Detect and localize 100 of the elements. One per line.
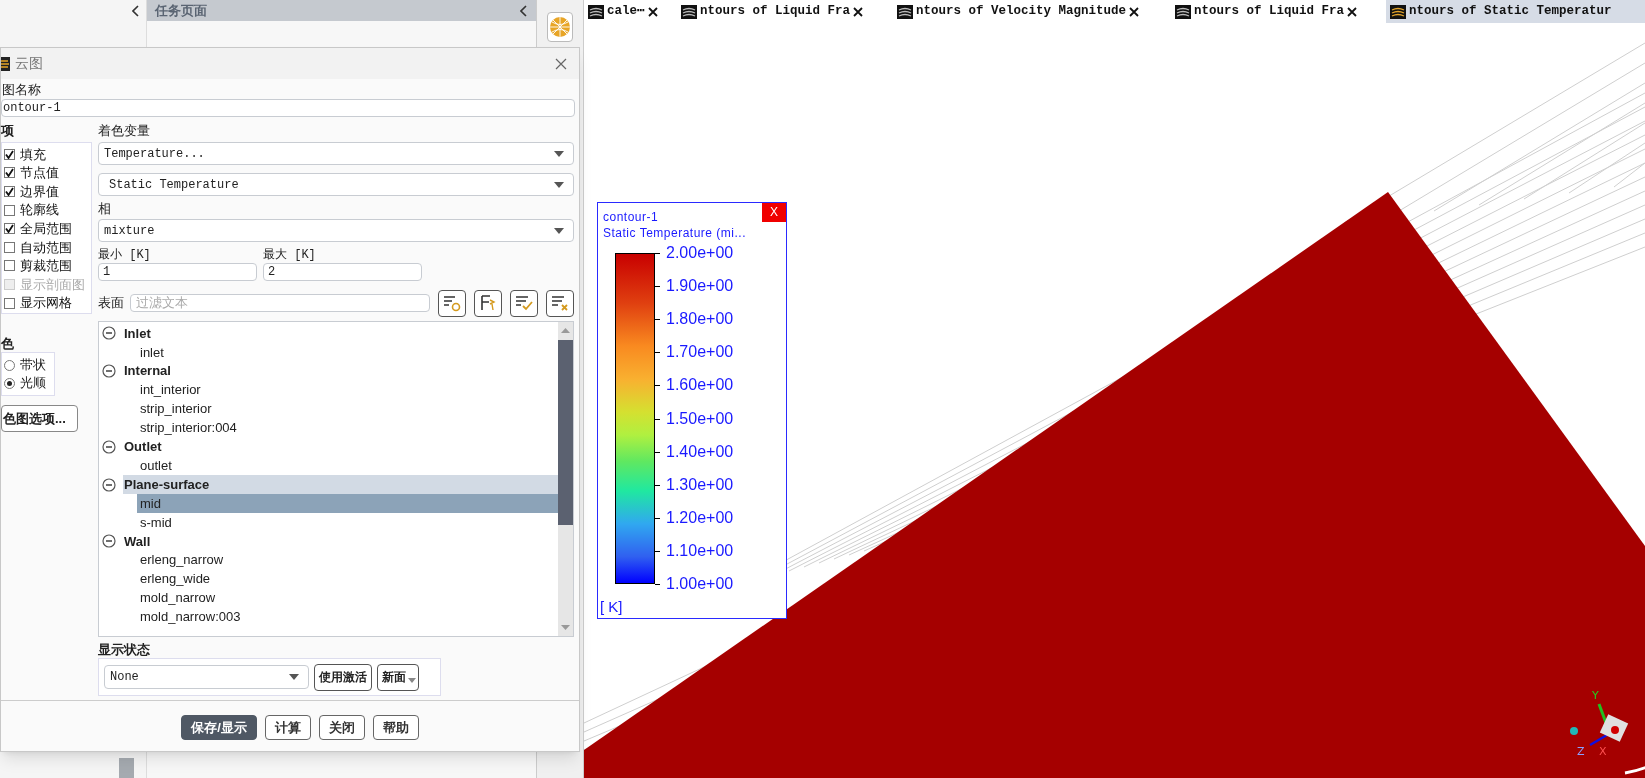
min-field[interactable]: 1: [98, 263, 257, 281]
tab-label: ntours of Velocity Magnitude: [916, 3, 1127, 21]
axis-triad-drawing[interactable]: [1570, 703, 1645, 775]
phase-dropdown[interactable]: mixture: [98, 219, 574, 242]
tick-label: 1.60e+00: [666, 377, 734, 394]
close-icon[interactable]: [1347, 6, 1358, 17]
checkbox[interactable]: [4, 148, 15, 160]
dialog-button[interactable]: 计算: [264, 715, 311, 740]
tree-group[interactable]: Plane-surface: [123, 475, 558, 494]
scrollbar[interactable]: [558, 322, 573, 636]
dropdown-value: Temperature...: [104, 145, 206, 163]
list-arrow-icon: [478, 294, 498, 312]
checkbox[interactable]: [4, 241, 15, 253]
list-sort-button[interactable]: [474, 289, 502, 317]
colormap-options-button[interactable]: 色图选项...: [1, 405, 78, 432]
dialog-button[interactable]: 帮助: [372, 715, 419, 740]
use-active-button[interactable]: 使用激活: [314, 663, 372, 691]
option-label: 全局范围: [20, 219, 72, 238]
close-icon[interactable]: [647, 6, 658, 17]
tab-label: ntours of Liquid Fra: [1194, 3, 1345, 21]
tick-label: 1.30e+00: [666, 476, 734, 493]
option-label: 边界值: [20, 182, 59, 201]
axis-label: Z: [1577, 745, 1585, 758]
tick-label: 1.90e+00: [666, 278, 734, 295]
collapse-icon[interactable]: [102, 326, 116, 341]
checkbox[interactable]: [4, 297, 15, 309]
group-label: 项: [1, 122, 15, 140]
collapse-icon[interactable]: [520, 4, 528, 17]
tab[interactable]: ntours of Static Temperatur: [1386, 0, 1645, 23]
tick-label: 1.70e+00: [666, 344, 734, 361]
tree-group[interactable]: Wall: [123, 531, 558, 551]
tab-label: ntours of Liquid Fra: [700, 3, 851, 21]
tree-item[interactable]: s-mid: [137, 512, 558, 532]
globe-icon: [549, 16, 571, 38]
scrollbar[interactable]: [119, 758, 134, 778]
close-icon[interactable]: [853, 6, 864, 17]
dialog-button[interactable]: 保存/显示: [181, 715, 257, 740]
radio-label: 光顺: [20, 374, 46, 393]
axis-label: Y: [1592, 689, 1599, 702]
collapse-icon[interactable]: [102, 439, 116, 454]
dropdown-value: None: [110, 669, 140, 686]
name-field[interactable]: ontour-1: [1, 99, 575, 117]
tick-label: 1.40e+00: [666, 443, 734, 460]
tab-label: cale⋯: [607, 3, 645, 21]
tick-label: 1.10e+00: [666, 542, 734, 559]
option-label: 自动范围: [20, 238, 72, 257]
tree-item[interactable]: int_interior: [137, 380, 558, 400]
tree-item[interactable]: outlet: [137, 456, 558, 476]
tree-group[interactable]: Internal: [123, 361, 558, 381]
radio-button[interactable]: [4, 359, 15, 371]
checkbox[interactable]: [4, 204, 15, 216]
scrollbar-thumb[interactable]: [558, 340, 573, 525]
checkbox[interactable]: [4, 167, 15, 179]
subvariable-dropdown[interactable]: Static Temperature: [98, 173, 574, 196]
tree-group[interactable]: Outlet: [123, 437, 558, 457]
tree-item[interactable]: mold_narrow:003: [137, 607, 558, 627]
tree-item[interactable]: mid: [137, 494, 558, 513]
contour-icon: [1175, 4, 1191, 19]
list-check-icon: [514, 294, 534, 312]
tab-label: ntours of Static Temperatur: [1409, 3, 1612, 21]
close-icon[interactable]: [1129, 6, 1140, 17]
tick-label: 2.00e+00: [666, 245, 734, 261]
option-label: 填充: [20, 145, 46, 164]
display-state-dropdown[interactable]: None: [104, 665, 309, 689]
collapse-icon[interactable]: [102, 364, 116, 379]
list-add-button[interactable]: [438, 289, 466, 317]
collapse-icon[interactable]: [132, 5, 140, 17]
dialog-title: 云图: [15, 54, 43, 73]
deselect-all-button[interactable]: [546, 289, 574, 317]
field-label: 最大 [K]: [263, 247, 317, 263]
checkbox[interactable]: [4, 260, 15, 272]
legend-close-button[interactable]: X: [762, 203, 786, 222]
select-all-button[interactable]: [510, 289, 538, 317]
caret-icon: [553, 226, 565, 235]
legend-title: contour-1: [603, 209, 659, 226]
tick-label: 1.50e+00: [666, 410, 734, 427]
tree-item[interactable]: strip_interior: [137, 399, 558, 419]
tick-label: 1.20e+00: [666, 509, 734, 526]
option-label: 剪裁范围: [20, 257, 72, 276]
contour-icon: [897, 4, 913, 19]
checkbox[interactable]: [4, 186, 15, 197]
new-surface-button[interactable]: 新面: [377, 663, 419, 691]
field-label: 图名称: [1, 81, 42, 99]
tree-item[interactable]: strip_interior:004: [137, 418, 558, 438]
checkbox[interactable]: [4, 223, 15, 235]
tree-item[interactable]: inlet: [137, 342, 558, 362]
dialog-button[interactable]: 关闭: [318, 715, 365, 740]
max-field[interactable]: 2: [263, 263, 422, 281]
group-label: 色: [1, 335, 15, 352]
group-label: 显示状态: [98, 641, 150, 658]
collapse-icon[interactable]: [102, 534, 116, 549]
collapse-icon[interactable]: [102, 477, 116, 492]
tick-label: 1.80e+00: [666, 311, 734, 328]
radio-button[interactable]: [4, 377, 15, 389]
variable-dropdown[interactable]: Temperature...: [98, 142, 574, 165]
tree-item[interactable]: erleng_wide: [137, 569, 558, 589]
tree-item[interactable]: mold_narrow: [137, 588, 558, 608]
dropdown-value: Static Temperature: [109, 176, 240, 194]
tree-item[interactable]: erleng_narrow: [137, 550, 558, 570]
tree-group[interactable]: Inlet: [123, 324, 558, 343]
